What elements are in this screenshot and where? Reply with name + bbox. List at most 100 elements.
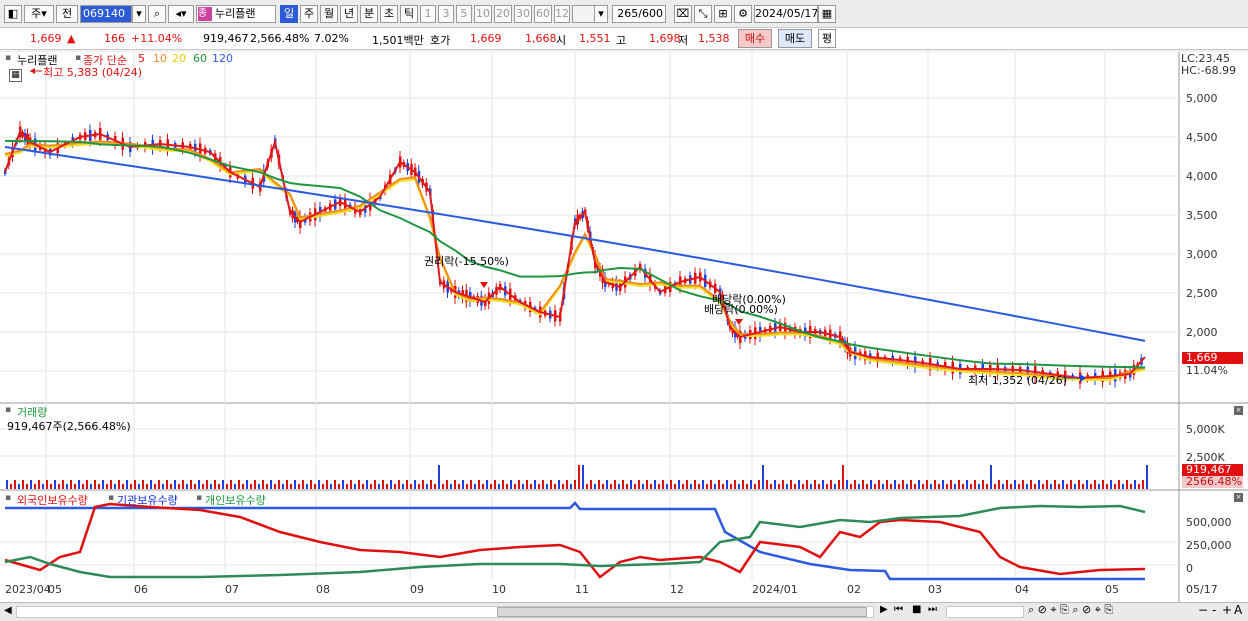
interval-30[interactable]: 30	[514, 5, 532, 23]
stop-icon[interactable]: ■	[912, 604, 921, 615]
volume-close-icon[interactable]: ×	[1234, 406, 1243, 415]
volume-bar	[402, 484, 404, 489]
volume-bar	[1118, 480, 1120, 489]
legend-foreign[interactable]: 외국인보유수량	[17, 492, 88, 508]
volume-bar	[526, 480, 528, 489]
volume-bar	[78, 480, 80, 489]
period-day-button[interactable]: 일	[280, 5, 298, 23]
volume-bar	[246, 480, 248, 489]
volume-bar	[18, 484, 20, 489]
legend-institution[interactable]: 기관보유수량	[117, 492, 178, 508]
volume-bar	[58, 484, 60, 489]
stock-name-field[interactable]: 종 누리플랜	[196, 5, 276, 23]
search-icon[interactable]: ⌕	[148, 5, 166, 23]
cycle-select-2[interactable]: 전	[56, 5, 78, 23]
zoom-in-icon[interactable]: +	[1222, 603, 1232, 617]
volume-bar	[1002, 484, 1004, 489]
period-second-button[interactable]: 초	[380, 5, 398, 23]
interval-dropdown-icon[interactable]: ▾	[594, 5, 608, 23]
link-icon[interactable]: ⤡	[694, 5, 712, 23]
period-year-button[interactable]: 년	[340, 5, 358, 23]
cycle-select-1[interactable]: 주▾	[24, 5, 54, 23]
volume-bar	[930, 484, 932, 489]
zoom-out-icon[interactable]: −	[1198, 603, 1208, 617]
chart-canvas[interactable]	[0, 52, 1248, 602]
gear-icon[interactable]: ⚙	[734, 5, 752, 23]
holdings-close-icon[interactable]: ×	[1234, 493, 1243, 502]
period-month-button[interactable]: 월	[320, 5, 338, 23]
period-tick-button[interactable]: 틱	[400, 5, 418, 23]
holdings-dot-icon-3: ▪	[196, 493, 203, 503]
volume-bar	[110, 480, 112, 489]
volume-bar	[566, 480, 568, 489]
interval-3[interactable]: 3	[438, 5, 454, 23]
sell-button[interactable]: 매도	[778, 29, 812, 48]
low-label: 저	[678, 34, 689, 47]
y-tick-4000: 4,000	[1186, 170, 1218, 183]
calculator-icon[interactable]: ▦	[9, 69, 22, 82]
stock-code-input[interactable]: 069140	[80, 5, 132, 23]
x-label-2024-01: 2024/01	[752, 583, 798, 596]
high-label: 고	[616, 34, 627, 47]
interval-120[interactable]: 120	[554, 5, 570, 23]
volume-bar	[670, 480, 672, 489]
volume-bar	[854, 480, 856, 489]
first-page-icon[interactable]: ⏮	[894, 604, 903, 615]
volume-bar	[406, 480, 408, 489]
volume-bar	[490, 484, 492, 489]
volume-bar	[602, 484, 604, 489]
calendar-icon[interactable]: ▦	[818, 5, 836, 23]
count-field[interactable]: 265/600	[612, 5, 666, 23]
chart-area: ▪ 누리플랜 ▪ 종가 단순 5 10 20 60 120 ▦ 최고 5,383…	[0, 52, 1248, 621]
interval-60[interactable]: 60	[534, 5, 552, 23]
open-price: 1,551	[579, 32, 611, 45]
code-dropdown-icon[interactable]: ▾	[132, 5, 146, 23]
dividend-annotation-2: 배당락(0.00%)	[704, 303, 778, 316]
zoom-track[interactable]	[946, 606, 1024, 618]
volume-bar	[1122, 484, 1124, 489]
text-size-icon[interactable]: A	[1234, 603, 1242, 617]
scroll-track[interactable]	[16, 606, 874, 618]
buy-button[interactable]: 매수	[738, 29, 772, 48]
scroll-right-icon[interactable]: ▶	[880, 604, 888, 615]
volume-bar	[838, 480, 840, 489]
window-icon[interactable]: ◧	[4, 5, 22, 23]
interval-20[interactable]: 20	[494, 5, 512, 23]
volume-bar	[142, 480, 144, 489]
volume-bar	[794, 484, 796, 489]
interval-5[interactable]: 5	[456, 5, 472, 23]
legend-individual[interactable]: 개인보유수량	[205, 492, 266, 508]
scroll-thumb[interactable]	[497, 607, 867, 617]
volume-bar	[1094, 480, 1096, 489]
period-week-button[interactable]: 주	[300, 5, 318, 23]
volume-bar	[638, 480, 640, 489]
period-minute-button[interactable]: 분	[360, 5, 378, 23]
zoom-tool-icons[interactable]: ⌕ ⊘ ⌖ ⎘ ⌕ ⊘ ⌖ ⎘	[1028, 603, 1113, 617]
volume-bar	[494, 480, 496, 489]
eval-button[interactable]: 평	[818, 29, 836, 48]
scroll-left-icon[interactable]: ◀	[4, 605, 12, 616]
chart-type-icon[interactable]: ⌧	[674, 5, 692, 23]
interval-10[interactable]: 10	[474, 5, 492, 23]
volume-bar	[138, 484, 140, 489]
interval-1[interactable]: 1	[420, 5, 436, 23]
volume-bar	[918, 480, 920, 489]
volume-bar	[758, 480, 760, 489]
speaker-icon[interactable]: ◂▾	[168, 5, 194, 23]
volume-bar	[182, 480, 184, 489]
tools-icon[interactable]: ⊞	[714, 5, 732, 23]
last-page-icon[interactable]: ⏭	[928, 604, 937, 615]
volume-bar	[870, 480, 872, 489]
volume-bar	[270, 480, 272, 489]
volume-bar	[1078, 480, 1080, 489]
volume-bar	[386, 484, 388, 489]
volume-bar	[414, 480, 416, 489]
volume-bar	[558, 480, 560, 489]
volume-bar	[774, 480, 776, 489]
volume-bar	[582, 465, 584, 489]
date-field[interactable]: 2024/05/17	[754, 5, 818, 23]
volume-bar	[818, 484, 820, 489]
volume-bar	[782, 480, 784, 489]
x-label-feb: 02	[847, 583, 861, 596]
volume-bar	[22, 480, 24, 489]
